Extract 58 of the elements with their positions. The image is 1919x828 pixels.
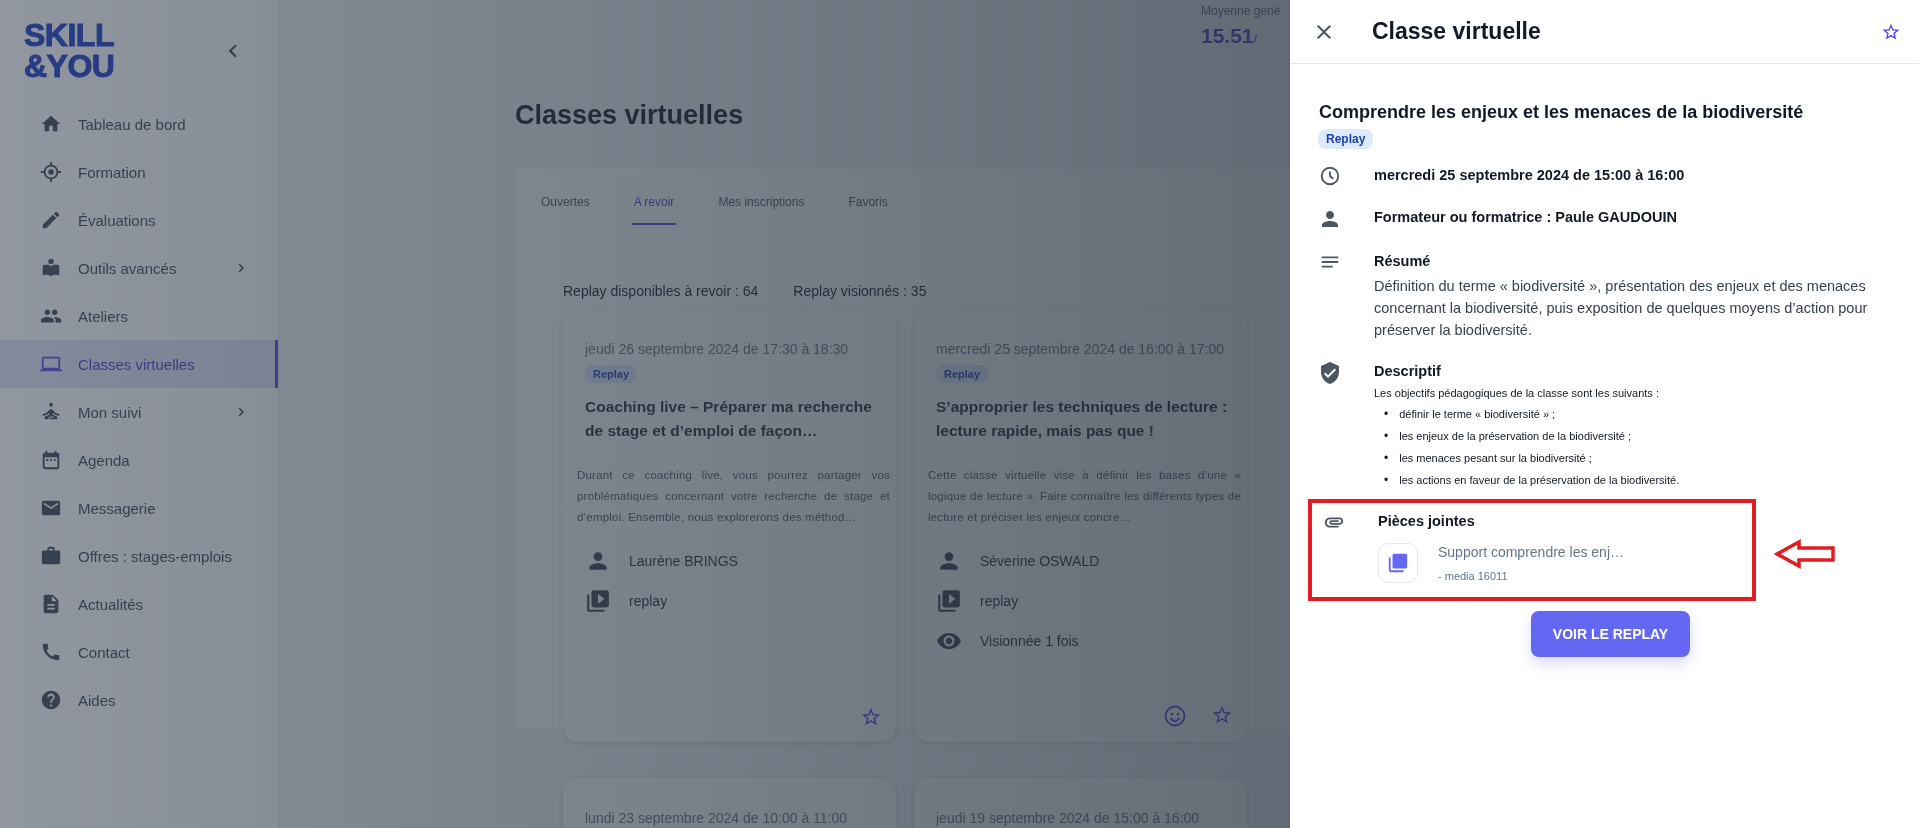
bullet-mark: • xyxy=(1384,450,1389,467)
tab[interactable]: Favoris xyxy=(846,189,890,225)
session-date: mercredi 25 septembre 2024 de 15:00 à 16:00 xyxy=(1374,166,1686,185)
class-card[interactable] xyxy=(563,309,896,742)
media-label: replay xyxy=(980,593,1019,609)
course-title: Comprendre les enjeux et les menaces de la biodiversité xyxy=(1319,102,1805,123)
stat-text: Replay disponibles à revoir : 64 xyxy=(563,283,759,299)
replay-badge: Replay xyxy=(936,365,989,383)
summary-heading: Résumé xyxy=(1374,252,1432,271)
trainer-text: Formateur ou formatrice : Paule GAUDOUIN xyxy=(1374,208,1678,227)
views-text: Visionnée 1 fois xyxy=(980,633,1079,649)
file-name[interactable]: Support comprendre les enj… xyxy=(1438,544,1624,560)
card-title: Coaching live – Préparer ma recherche de stage et d’emploi de façon… xyxy=(585,397,873,441)
calendar-icon xyxy=(40,449,62,471)
file-tile[interactable] xyxy=(1378,543,1418,583)
video-library-icon xyxy=(936,588,962,614)
clock-icon xyxy=(1319,165,1341,187)
tab[interactable]: A revoir xyxy=(631,189,677,225)
feedback-button[interactable] xyxy=(1163,704,1187,728)
smiley-icon xyxy=(1163,704,1187,728)
description-intro: Les objectifs pédagogiques de la classe sont les suivants : xyxy=(1374,387,1660,399)
tab[interactable]: Ouvertes xyxy=(539,189,592,225)
objective-item: les enjeux de la préservation de la biodiversité ; xyxy=(1399,429,1631,444)
summary-text: Définition du terme « biodiversité », présentation des enjeux et des menaces concernant la biodiversité, puis exposition de quelques moyens d’action pour préserver la biodiversité. xyxy=(1374,277,1869,340)
media-label: replay xyxy=(629,593,668,609)
bullet-mark: • xyxy=(1384,428,1389,445)
trainer-name: Laurène BRINGS xyxy=(629,553,738,569)
star-icon xyxy=(860,706,882,728)
trainer-name: Séverine OSWALD xyxy=(980,553,1100,569)
bullet-mark: • xyxy=(1384,406,1389,423)
file-meta: - media 16011 xyxy=(1438,570,1509,582)
watch-replay-button[interactable]: VOIR LE REPLAY xyxy=(1530,611,1691,657)
page-title: Classes virtuelles xyxy=(515,100,744,131)
stat-text: Replay visionnés : 35 xyxy=(793,283,927,299)
arrow-annotation xyxy=(1774,539,1836,569)
replay-badge: Replay xyxy=(585,365,638,383)
help-icon xyxy=(40,689,62,711)
briefcase-icon xyxy=(40,545,62,567)
sidebar-item[interactable]: Classes virtuelles xyxy=(0,340,278,388)
bullet-mark: • xyxy=(1384,472,1389,489)
objective-item: les actions en faveur de la préservation de la biodiversité. xyxy=(1399,473,1680,488)
replay-badge: Replay xyxy=(1318,129,1374,149)
objective-item: les menaces pesant sur la biodiversité ; xyxy=(1399,451,1592,466)
shield-check-icon xyxy=(1318,361,1342,385)
class-card[interactable] xyxy=(914,309,1247,742)
video-library-icon xyxy=(585,588,611,614)
objective-item: définir le terme « biodiversité » ; xyxy=(1399,407,1556,422)
target-icon xyxy=(40,161,62,183)
logo: SKILL &YOU xyxy=(24,20,115,82)
attachments-heading: Pièces jointes xyxy=(1378,512,1476,531)
book-reader-icon xyxy=(40,257,62,279)
description-heading: Descriptif xyxy=(1374,362,1442,381)
tab[interactable]: Mes inscriptions xyxy=(716,189,807,225)
phone-icon xyxy=(40,641,62,663)
drawer-title: Classe virtuelle xyxy=(1372,18,1542,45)
card-title: S’approprier les techniques de lecture : lecture rapide, mais pas que ! xyxy=(936,397,1229,441)
star-icon xyxy=(1211,704,1233,726)
pencil-icon xyxy=(40,209,62,231)
